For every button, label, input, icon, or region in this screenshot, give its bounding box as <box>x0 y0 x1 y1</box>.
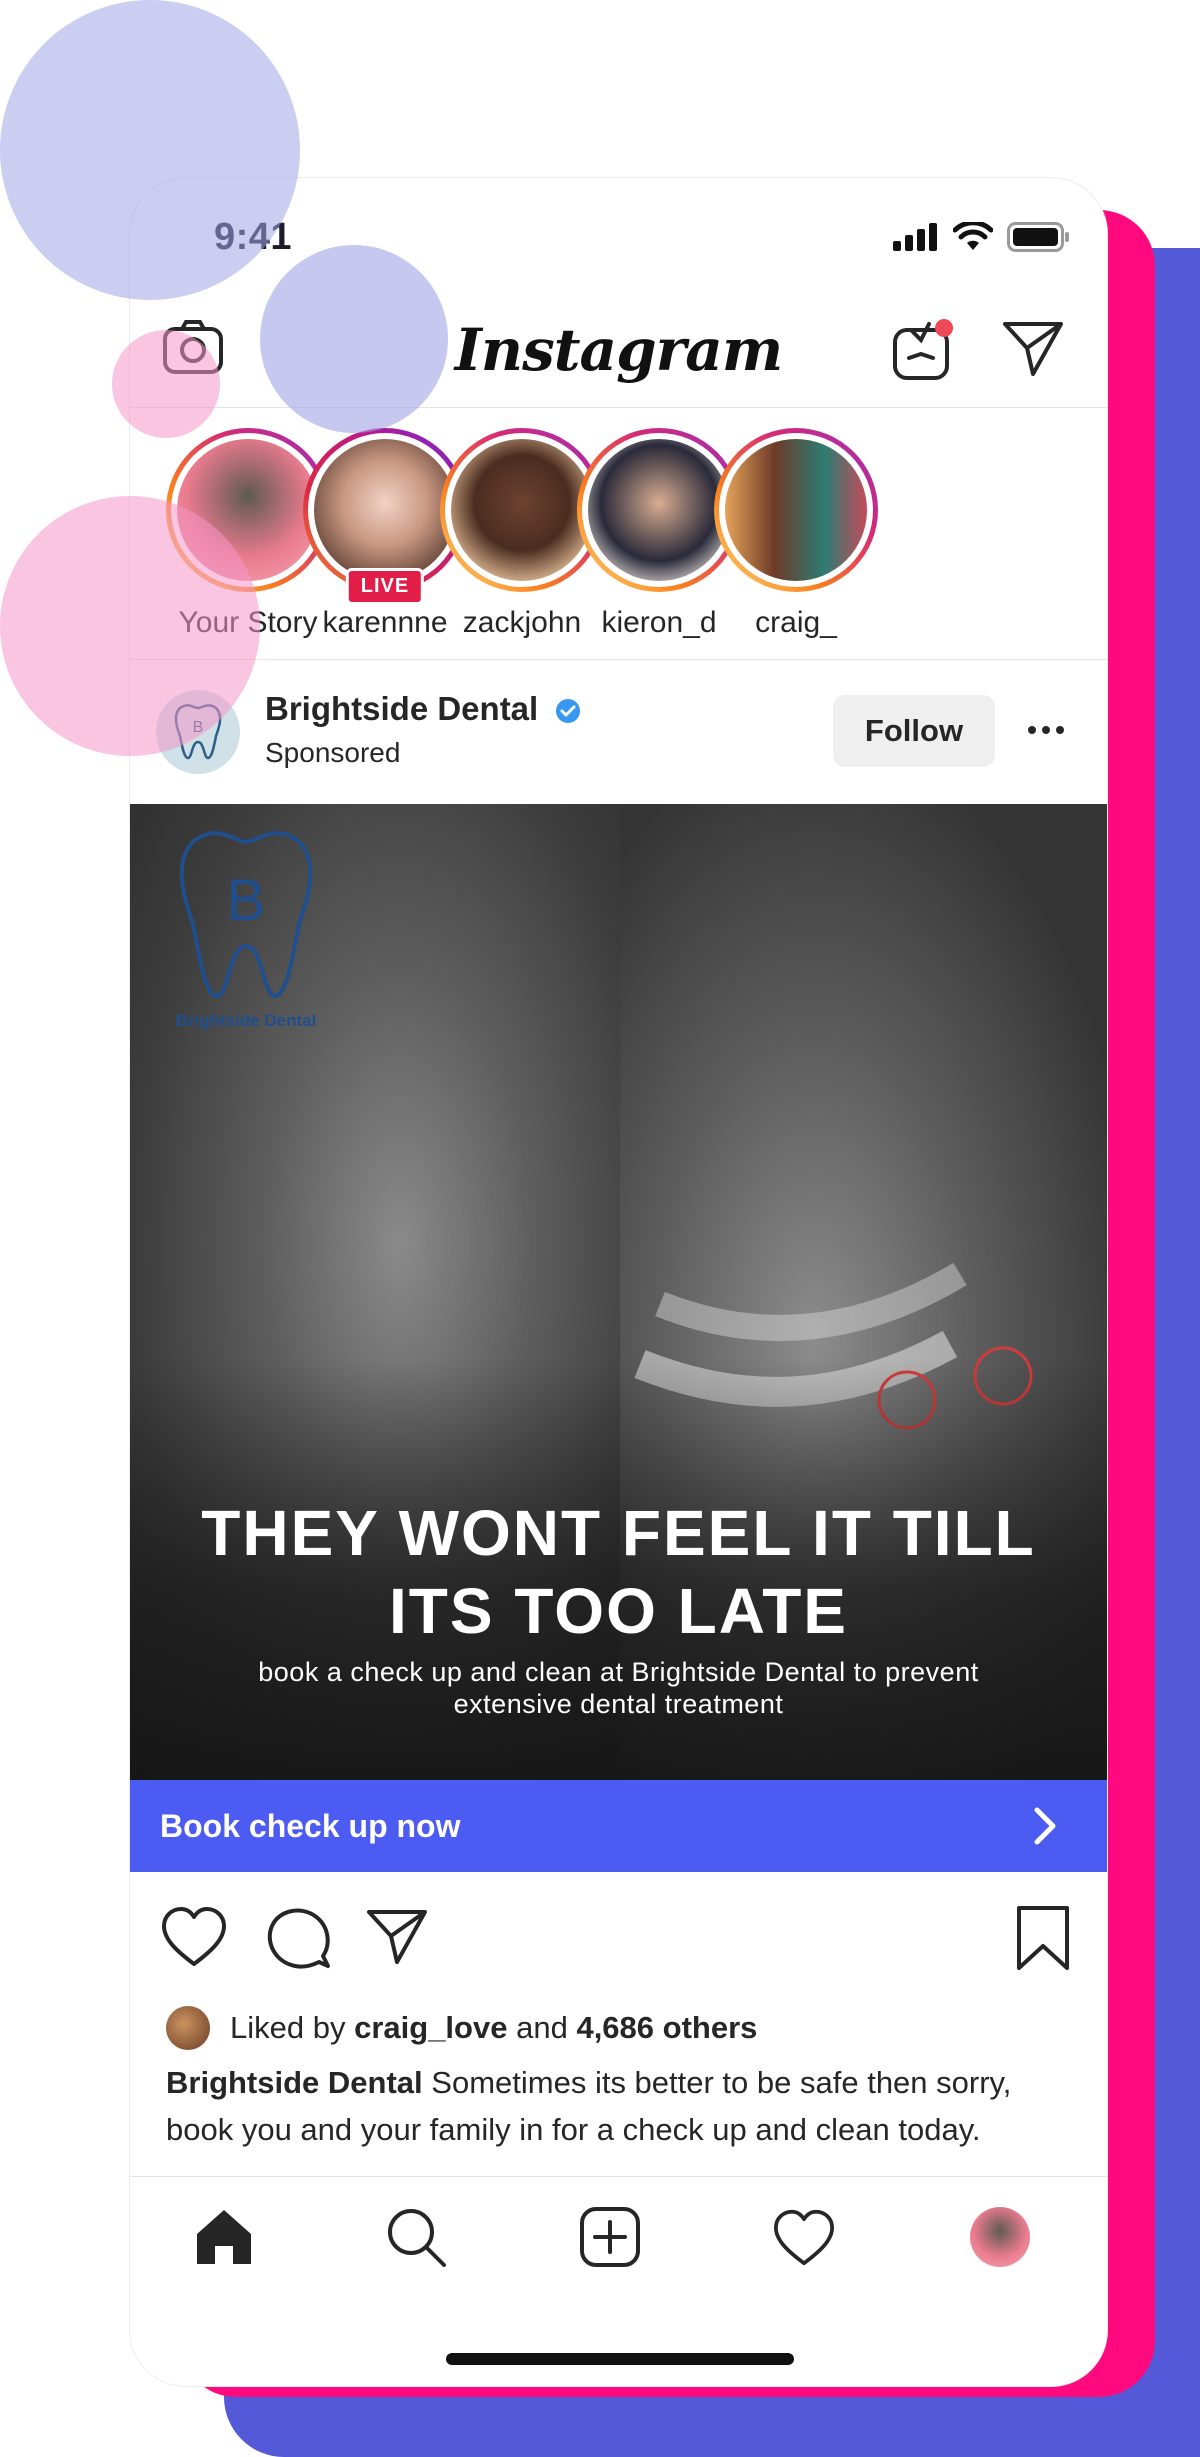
tab-profile[interactable] <box>966 2203 1034 2271</box>
ad-subline: book a check up and clean at Brightside … <box>258 1657 979 1720</box>
more-options-button[interactable] <box>1021 710 1071 750</box>
stories-tray: Your Story LIVE karennne zackjohn kieron… <box>130 410 1107 660</box>
more-dot <box>1042 726 1050 734</box>
ad-headline: THEY WONT FEEL IT TILL ITS TOO LATE <box>201 1497 1036 1648</box>
sponsored-label: Sponsored <box>265 737 401 768</box>
post-actions <box>130 1894 1107 1986</box>
post-username[interactable]: Brightside Dental <box>265 690 581 728</box>
tooth-logo-icon: B <box>174 704 222 760</box>
bottom-tab-bar <box>130 2176 1107 2386</box>
phone-frame: 9:41 Instagram Your Story LIVE karennne … <box>130 178 1107 2386</box>
tab-activity[interactable] <box>770 2203 838 2271</box>
likes-row: Liked by craig_love and 4,686 others <box>166 2006 757 2050</box>
tab-new-post[interactable] <box>576 2203 644 2271</box>
search-icon <box>388 2209 446 2267</box>
follow-button[interactable]: Follow <box>833 695 995 767</box>
post-image[interactable]: B Brightside Dental THEY WONT FEEL IT TI… <box>130 804 1107 1780</box>
story-name: craig_ <box>755 606 837 639</box>
app-header: Instagram <box>130 288 1107 408</box>
home-indicator <box>446 2353 794 2365</box>
cellular-signal-icon <box>893 223 937 251</box>
share-icon <box>367 1910 427 1964</box>
verified-badge-icon <box>556 699 581 724</box>
add-post-icon <box>580 2207 640 2267</box>
more-dot <box>1028 726 1036 734</box>
likes-prefix: Liked by <box>230 2010 346 2045</box>
post-caption: Brightside Dental Sometimes its better t… <box>166 2060 1071 2153</box>
status-icons <box>893 222 1071 252</box>
igtv-icon <box>893 319 953 380</box>
tab-search[interactable] <box>382 2203 450 2271</box>
more-dot <box>1056 726 1064 734</box>
likes-text[interactable]: Liked by craig_love and 4,686 others <box>230 2010 757 2046</box>
liker-avatar[interactable] <box>166 2006 210 2050</box>
story-craig[interactable]: craig_ <box>696 428 896 640</box>
save-button[interactable] <box>1009 1904 1077 1972</box>
likes-count[interactable]: 4,686 others <box>576 2010 757 2045</box>
watermark-brand-name: Brightside Dental <box>175 1011 317 1030</box>
share-button[interactable] <box>365 1904 433 1972</box>
igtv-button[interactable] <box>889 316 957 384</box>
bookmark-icon <box>1017 1906 1069 1970</box>
status-time: 9:41 <box>214 216 293 258</box>
app-logo: Instagram <box>454 316 783 384</box>
wifi-icon <box>953 222 993 250</box>
liker-username[interactable]: craig_love <box>354 2010 507 2045</box>
story-avatar <box>725 439 867 581</box>
caption-username[interactable]: Brightside Dental <box>166 2065 423 2100</box>
brand-watermark: B Brightside Dental <box>166 824 326 1031</box>
post-avatar[interactable]: B <box>156 690 240 774</box>
svg-text:B: B <box>227 868 266 933</box>
home-icon <box>197 2210 251 2264</box>
direct-message-icon <box>1003 322 1063 376</box>
tab-home[interactable] <box>190 2203 258 2271</box>
cta-button[interactable]: Book check up now <box>130 1780 1107 1872</box>
direct-message-button[interactable] <box>1001 316 1069 384</box>
battery-icon <box>1007 222 1069 252</box>
chevron-right-icon <box>1034 1807 1056 1845</box>
comment-icon <box>267 1908 330 1969</box>
svg-text:B: B <box>193 719 204 736</box>
comment-button[interactable] <box>265 1904 333 1972</box>
profile-avatar <box>970 2207 1030 2267</box>
tooth-logo-icon: B <box>179 831 313 999</box>
heart-icon <box>162 1907 226 1966</box>
activity-heart-icon <box>774 2209 834 2266</box>
like-button[interactable] <box>160 1904 228 1972</box>
status-bar: 9:41 <box>130 178 1107 288</box>
cta-label: Book check up now <box>160 1808 461 1844</box>
live-badge: LIVE <box>345 568 425 605</box>
likes-conjunction: and <box>516 2010 568 2045</box>
post-username-text: Brightside Dental <box>265 690 539 727</box>
post-header: B Brightside Dental Sponsored Follow <box>130 662 1107 800</box>
